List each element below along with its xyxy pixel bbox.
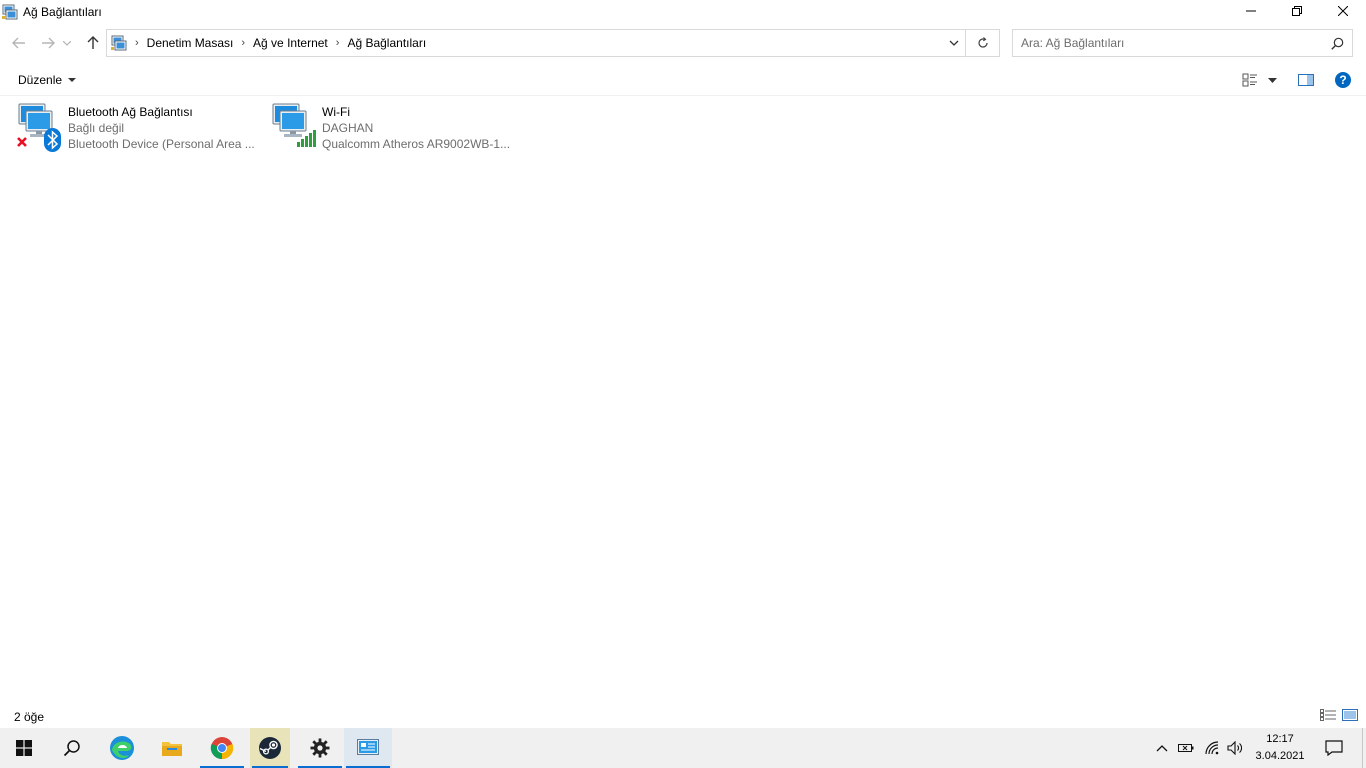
item-device: Qualcomm Atheros AR9002WB-1... (322, 137, 511, 151)
view-options-icon (1242, 73, 1257, 87)
refresh-icon (977, 37, 988, 48)
network-connections-icon (2, 4, 18, 20)
search-placeholder: Ara: Ağ Bağlantıları (1021, 36, 1125, 50)
gear-icon (310, 738, 330, 758)
organize-label: Düzenle (18, 73, 63, 87)
forward-arrow-icon (42, 37, 55, 49)
taskbar-clock[interactable]: 12:17 3.04.2021 (1252, 731, 1308, 765)
view-dropdown-button[interactable] (1268, 70, 1277, 90)
search-input[interactable]: Ara: Ağ Bağlantıları (1012, 29, 1353, 57)
chevron-up-icon (1156, 745, 1168, 752)
tray-wifi-button[interactable] (1202, 728, 1224, 768)
control-panel-icon (111, 35, 127, 51)
start-button[interactable] (0, 728, 48, 768)
chevron-down-icon (63, 40, 71, 46)
search-icon (63, 740, 80, 757)
taskbar-chrome-button[interactable] (198, 728, 246, 768)
caret-down-icon (68, 77, 77, 82)
action-center-button[interactable] (1314, 728, 1354, 768)
up-arrow-icon (87, 36, 99, 49)
breadcrumb-network-connections[interactable]: Ağ Bağlantıları (347, 36, 426, 50)
details-view-icon (1320, 709, 1336, 721)
minimize-icon (1246, 10, 1256, 12)
breadcrumb-separator-icon[interactable]: › (135, 37, 139, 49)
back-arrow-icon (12, 37, 25, 49)
item-count: 2 öğe (14, 710, 45, 724)
bluetooth-network-icon (14, 102, 64, 152)
caret-down-icon (1268, 77, 1277, 83)
list-item-wifi[interactable]: Wi-Fi DAGHAN Qualcomm Atheros AR9002WB-1… (268, 102, 510, 154)
taskbar-settings-button[interactable] (296, 728, 344, 768)
details-view-button[interactable] (1320, 709, 1336, 724)
speaker-icon (1227, 741, 1242, 755)
clock-time: 12:17 (1266, 733, 1294, 745)
close-button[interactable] (1320, 0, 1366, 22)
wifi-icon (1205, 741, 1219, 755)
edge-browser-icon (110, 736, 134, 760)
tray-volume-button[interactable] (1224, 728, 1246, 768)
window-title: Ağ Bağlantıları (23, 5, 102, 19)
navigation-bar: › Denetim Masası › Ağ ve Internet › Ağ B… (0, 28, 1366, 58)
item-status: DAGHAN (322, 121, 374, 135)
steam-icon (259, 737, 281, 759)
preview-pane-button[interactable] (1298, 70, 1314, 90)
list-item-bluetooth[interactable]: Bluetooth Ağ Bağlantısı Bağlı değil Blue… (14, 102, 255, 154)
breadcrumb-separator-icon[interactable]: › (241, 37, 245, 49)
item-name: Wi-Fi (322, 105, 350, 119)
clock-date: 3.04.2021 (1255, 750, 1305, 762)
status-bar: 2 öğe (0, 706, 1366, 728)
item-status: Bağlı değil (68, 121, 125, 135)
taskbar-file-explorer-button[interactable] (148, 728, 196, 768)
refresh-button[interactable] (966, 29, 1000, 57)
up-button[interactable] (81, 28, 105, 58)
large-icons-view-icon (1342, 709, 1358, 721)
notification-icon (1325, 740, 1343, 756)
restore-button[interactable] (1274, 0, 1320, 22)
show-hidden-icons-button[interactable] (1152, 728, 1172, 768)
close-icon (1338, 6, 1348, 16)
show-desktop-button[interactable] (1362, 728, 1366, 768)
battery-icon (1178, 744, 1194, 752)
chrome-browser-icon (210, 737, 234, 760)
forward-button[interactable] (36, 28, 60, 58)
back-button[interactable] (7, 28, 31, 58)
taskbar-network-connections-button[interactable] (344, 728, 392, 768)
item-device: Bluetooth Device (Personal Area ... (68, 137, 255, 151)
breadcrumb-separator-icon[interactable]: › (336, 37, 340, 49)
restore-icon (1292, 6, 1302, 16)
address-dropdown-icon[interactable] (949, 37, 959, 49)
taskbar: 12:17 3.04.2021 (0, 728, 1366, 768)
network-connections-icon (357, 739, 379, 755)
search-icon (1331, 37, 1344, 50)
minimize-button[interactable] (1228, 0, 1274, 22)
command-bar: Düzenle ? (0, 64, 1366, 96)
change-view-button[interactable] (1242, 70, 1258, 90)
breadcrumb-network-internet[interactable]: Ağ ve Internet (253, 36, 328, 50)
item-name: Bluetooth Ağ Bağlantısı (68, 105, 193, 119)
recent-locations-button[interactable] (60, 28, 74, 58)
wifi-network-icon (268, 102, 318, 152)
taskbar-search-button[interactable] (48, 728, 96, 768)
breadcrumb-control-panel[interactable]: Denetim Masası (147, 36, 234, 50)
large-icons-view-button[interactable] (1342, 709, 1358, 724)
organize-button[interactable]: Düzenle (18, 73, 77, 87)
address-bar[interactable]: › Denetim Masası › Ağ ve Internet › Ağ B… (106, 29, 966, 57)
folder-icon (162, 742, 182, 756)
title-bar: Ağ Bağlantıları (0, 0, 1366, 24)
taskbar-steam-button[interactable] (250, 728, 290, 768)
windows-logo-icon (16, 740, 32, 756)
tray-battery-button[interactable] (1176, 728, 1198, 768)
help-button[interactable]: ? (1334, 70, 1352, 90)
svg-text:?: ? (1339, 73, 1346, 87)
preview-pane-icon (1298, 74, 1314, 86)
help-icon: ? (1335, 72, 1351, 88)
taskbar-edge-button[interactable] (98, 728, 146, 768)
